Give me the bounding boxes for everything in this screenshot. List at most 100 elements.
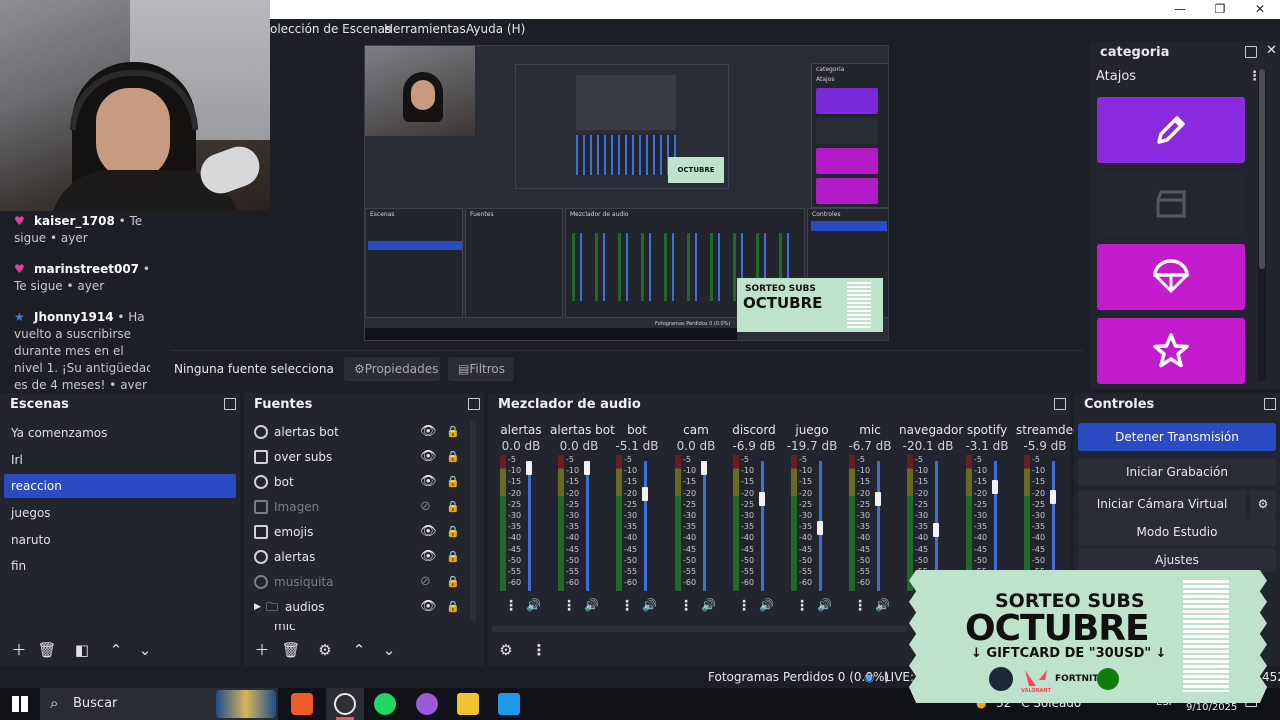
date-label[interactable]: 9/10/2025: [1186, 702, 1237, 713]
move-down-icon[interactable]: ⌄: [134, 640, 156, 660]
channel-menu-icon[interactable]: ⋮: [620, 598, 634, 614]
stop-stream-button[interactable]: Detener Transmisión: [1078, 423, 1276, 451]
channel-menu-icon[interactable]: ⋮: [737, 598, 751, 614]
channel-menu-icon[interactable]: ⋮: [853, 598, 867, 614]
close-button[interactable]: ✕: [1240, 0, 1280, 19]
properties-button[interactable]: ⚙Propiedades: [344, 357, 440, 381]
brave-icon[interactable]: [291, 693, 313, 715]
fader-knob[interactable]: [933, 523, 939, 537]
volume-fader[interactable]: [703, 461, 706, 591]
eye-hidden-icon[interactable]: ⊘: [420, 571, 431, 593]
source-group[interactable]: ▶ 🗀 audios 👁 🔒: [250, 596, 465, 618]
channel-menu-icon[interactable]: ⋮: [795, 598, 809, 614]
float-dock-icon[interactable]: [1054, 398, 1066, 410]
start-virtual-camera-button[interactable]: Iniciar Cámara Virtual: [1078, 490, 1246, 518]
preview-canvas[interactable]: OCTUBRE categoria Atajos Escenas Fuentes…: [364, 45, 889, 341]
float-dock-icon[interactable]: [468, 398, 480, 410]
close-dock-icon[interactable]: ✕: [1266, 43, 1277, 58]
lock-icon[interactable]: 🔒: [446, 421, 460, 443]
filters-button[interactable]: ▤Filtros: [448, 357, 514, 381]
float-dock-icon[interactable]: [224, 398, 236, 410]
menu-scene-collection[interactable]: olección de Escenas: [270, 22, 391, 36]
scene-item-active[interactable]: reaccion: [4, 474, 236, 498]
scene-item[interactable]: Ya comenzamos: [4, 421, 236, 445]
source-item[interactable]: Imagen ⊘ 🔒: [250, 496, 465, 518]
move-up-icon[interactable]: ⌃: [105, 640, 127, 660]
menu-help[interactable]: Ayuda (H): [466, 22, 525, 36]
fader-knob[interactable]: [701, 461, 707, 475]
channel-menu-icon[interactable]: ⋮: [504, 598, 518, 614]
volume-fader[interactable]: [761, 461, 764, 591]
scene-item[interactable]: Irl: [4, 448, 236, 472]
lock-icon[interactable]: 🔒: [446, 596, 460, 618]
source-item[interactable]: over subs 👁 🔒: [250, 446, 465, 468]
eye-icon[interactable]: 👁: [420, 471, 437, 493]
speaker-icon[interactable]: 🔊: [817, 598, 832, 612]
eye-icon[interactable]: 👁: [420, 546, 437, 568]
shortcut-button-parachute[interactable]: [1097, 244, 1245, 310]
speaker-icon[interactable]: 🔊: [526, 598, 541, 612]
channel-menu-icon[interactable]: ⋮: [562, 598, 576, 614]
mixer-settings-icon[interactable]: ⚙: [495, 640, 517, 660]
shortcut-button-star[interactable]: [1097, 318, 1245, 384]
taskbar-search[interactable]: ⌕ Buscar: [40, 688, 278, 720]
source-item[interactable]: mic: [250, 624, 465, 636]
eye-icon[interactable]: 👁: [420, 421, 437, 443]
source-settings-icon[interactable]: ⚙: [314, 640, 336, 660]
scrollbar[interactable]: [492, 626, 906, 632]
scrollbar[interactable]: [470, 421, 476, 621]
source-item[interactable]: bot 👁 🔒: [250, 471, 465, 493]
fader-knob[interactable]: [1050, 490, 1056, 504]
add-scene-icon[interactable]: ＋: [8, 640, 30, 660]
fader-knob[interactable]: [526, 461, 532, 475]
source-item[interactable]: alertas bot 👁 🔒: [250, 421, 465, 443]
remove-scene-icon[interactable]: 🗑: [36, 640, 58, 660]
lock-icon[interactable]: 🔒: [446, 521, 460, 543]
settings-button[interactable]: Ajustes: [1078, 548, 1276, 572]
file-explorer-icon[interactable]: [457, 693, 479, 715]
eye-icon[interactable]: 👁: [420, 446, 437, 468]
add-source-icon[interactable]: ＋: [251, 640, 273, 660]
expand-icon[interactable]: ▶: [254, 596, 261, 618]
volume-fader[interactable]: [586, 461, 589, 591]
spotify-icon[interactable]: [374, 693, 396, 715]
scrollbar[interactable]: [1258, 69, 1266, 381]
move-down-icon[interactable]: ⌄: [378, 640, 400, 660]
remove-source-icon[interactable]: 🗑: [280, 640, 302, 660]
start-recording-button[interactable]: Iniciar Grabación: [1078, 458, 1276, 486]
lock-icon[interactable]: 🔒: [446, 471, 460, 493]
lock-icon[interactable]: 🔒: [446, 571, 460, 593]
source-item[interactable]: alertas 👁 🔒: [250, 546, 465, 568]
windows-start-icon[interactable]: [12, 696, 28, 712]
fader-knob[interactable]: [584, 461, 590, 475]
float-dock-icon[interactable]: [1264, 398, 1276, 410]
menu-tools[interactable]: Herramientas: [384, 22, 466, 36]
discord-icon[interactable]: [416, 693, 438, 715]
volume-fader[interactable]: [644, 461, 647, 591]
obs-taskbar-item[interactable]: [326, 688, 364, 720]
lock-icon[interactable]: 🔒: [446, 446, 460, 468]
source-item[interactable]: musiquita ⊘ 🔒: [250, 571, 465, 593]
minimize-button[interactable]: —: [1160, 0, 1200, 19]
speaker-icon[interactable]: 🔊: [701, 598, 716, 612]
fader-knob[interactable]: [817, 521, 823, 535]
source-item[interactable]: emojis 👁 🔒: [250, 521, 465, 543]
mixer-menu-icon[interactable]: ⋮: [528, 640, 550, 660]
studio-mode-button[interactable]: Modo Estudio: [1078, 518, 1276, 546]
volume-fader[interactable]: [877, 461, 880, 591]
eye-icon[interactable]: 👁: [420, 596, 437, 618]
move-up-icon[interactable]: ⌃: [348, 640, 370, 660]
scene-item[interactable]: fin: [4, 554, 236, 578]
speaker-icon[interactable]: 🔊: [759, 598, 774, 612]
eye-icon[interactable]: 👁: [420, 521, 437, 543]
maximize-button[interactable]: ❐: [1200, 0, 1240, 19]
virtual-camera-settings-icon[interactable]: ⚙: [1250, 490, 1276, 518]
speaker-icon[interactable]: 🔊: [875, 598, 890, 612]
facebook-icon[interactable]: [498, 693, 520, 715]
fader-knob[interactable]: [642, 487, 648, 501]
float-dock-icon[interactable]: [1245, 46, 1257, 58]
channel-menu-icon[interactable]: ⋮: [679, 598, 693, 614]
speaker-icon[interactable]: 🔊: [584, 598, 599, 612]
lock-icon[interactable]: 🔒: [446, 546, 460, 568]
scene-item[interactable]: juegos: [4, 501, 236, 525]
